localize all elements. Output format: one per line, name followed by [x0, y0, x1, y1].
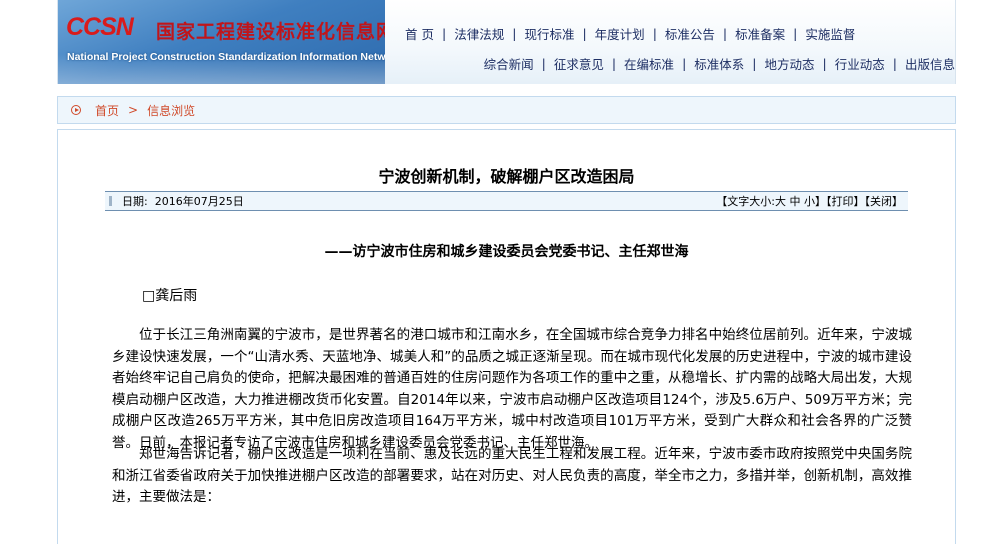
nav-separator: |: [512, 25, 517, 41]
nav-row-2: 综合新闻 | 征求意见 | 在编标准 | 标准体系 | 地方动态 | 行业动态 …: [385, 48, 955, 78]
nav-separator: |: [892, 55, 897, 71]
nav-item-filing[interactable]: 标准备案: [735, 24, 785, 43]
font-size-label: 【文字大小:: [716, 195, 775, 208]
nav-separator: |: [822, 55, 827, 71]
site-logo[interactable]: CCSN 国家工程建设标准化信息网 National Project Const…: [58, 0, 385, 84]
nav-item-news[interactable]: 综合新闻: [484, 54, 534, 73]
font-small-button[interactable]: 小: [804, 195, 815, 208]
article-paragraph: 郑世海告诉记者，棚户区改造是一项利在当前、惠及长远的重大民生工程和发展工程。近年…: [112, 446, 912, 505]
nav-item-local-news[interactable]: 地方动态: [765, 54, 815, 73]
logo-mark: CCSN: [66, 13, 134, 41]
nav-separator: |: [582, 25, 587, 41]
nav-item-publications[interactable]: 出版信息: [905, 54, 955, 73]
site-name-cn: 国家工程建设标准化信息网: [156, 21, 385, 43]
close-button[interactable]: 【关闭】: [865, 195, 904, 208]
nav-item-supervision[interactable]: 实施监督: [805, 24, 855, 43]
nav-item-annual-plan[interactable]: 年度计划: [595, 24, 645, 43]
nav-item-home[interactable]: 首 页: [405, 24, 434, 43]
article-title: 宁波创新机制，破解棚户区改造困局: [378, 167, 635, 186]
article-meta-bar: 日期: 2016年07月25日 【文字大小:大 中 小】【打印】【关闭】: [105, 191, 908, 211]
article-date: 日期: 2016年07月25日: [122, 193, 244, 209]
article-panel: 宁波创新机制，破解棚户区改造困局 日期: 2016年07月25日 【文字大小:大…: [57, 129, 956, 544]
nav-separator: |: [652, 25, 657, 41]
nav-item-laws[interactable]: 法律法规: [454, 24, 504, 43]
nav-item-standard-system[interactable]: 标准体系: [694, 54, 744, 73]
nav-row-1: 首 页 | 法律法规 | 现行标准 | 年度计划 | 标准公告 | 标准备案 |…: [385, 18, 955, 48]
nav-separator: |: [722, 25, 728, 41]
article-paragraph: 位于长江三角洲南翼的宁波市，是世界著名的港口城市和江南水乡，在全国城市综合竞争力…: [112, 327, 912, 451]
font-large-button[interactable]: 大: [775, 195, 786, 208]
print-button[interactable]: 【打印】: [826, 195, 865, 208]
nav-separator: |: [752, 55, 757, 71]
site-name-en: National Project Construction Standardiz…: [67, 51, 385, 63]
arrow-circle-icon: [71, 105, 81, 115]
nav-item-current-standards[interactable]: 现行标准: [524, 24, 574, 43]
nav-item-drafting[interactable]: 在编标准: [624, 54, 674, 73]
article-tools: 【文字大小:大 中 小】【打印】【关闭】: [716, 193, 903, 209]
site-header: CCSN 国家工程建设标准化信息网 National Project Const…: [57, 0, 956, 84]
date-value: 2016年07月25日: [154, 195, 244, 208]
breadcrumb: 首页 > 信息浏览: [57, 96, 956, 124]
nav-separator: |: [611, 55, 617, 71]
breadcrumb-current[interactable]: 信息浏览: [147, 102, 195, 119]
nav-separator: |: [541, 55, 546, 71]
breadcrumb-home-link[interactable]: 首页: [95, 102, 119, 119]
breadcrumb-separator: >: [128, 103, 139, 117]
nav-separator: |: [682, 55, 687, 71]
nav-separator: |: [441, 25, 447, 41]
font-size-close-bracket: 】: [815, 195, 826, 208]
nav-separator: |: [793, 25, 798, 41]
nav-item-announcements[interactable]: 标准公告: [665, 24, 715, 43]
article-subtitle: ——访宁波市住房和城乡建设委员会党委书记、主任郑世海: [324, 244, 689, 260]
main-nav: 首 页 | 法律法规 | 现行标准 | 年度计划 | 标准公告 | 标准备案 |…: [385, 18, 955, 78]
font-medium-button[interactable]: 中: [790, 195, 801, 208]
nav-item-comments[interactable]: 征求意见: [554, 54, 604, 73]
nav-item-industry-news[interactable]: 行业动态: [835, 54, 885, 73]
date-label: 日期:: [122, 195, 148, 208]
article-author: □龚后雨: [142, 288, 198, 304]
